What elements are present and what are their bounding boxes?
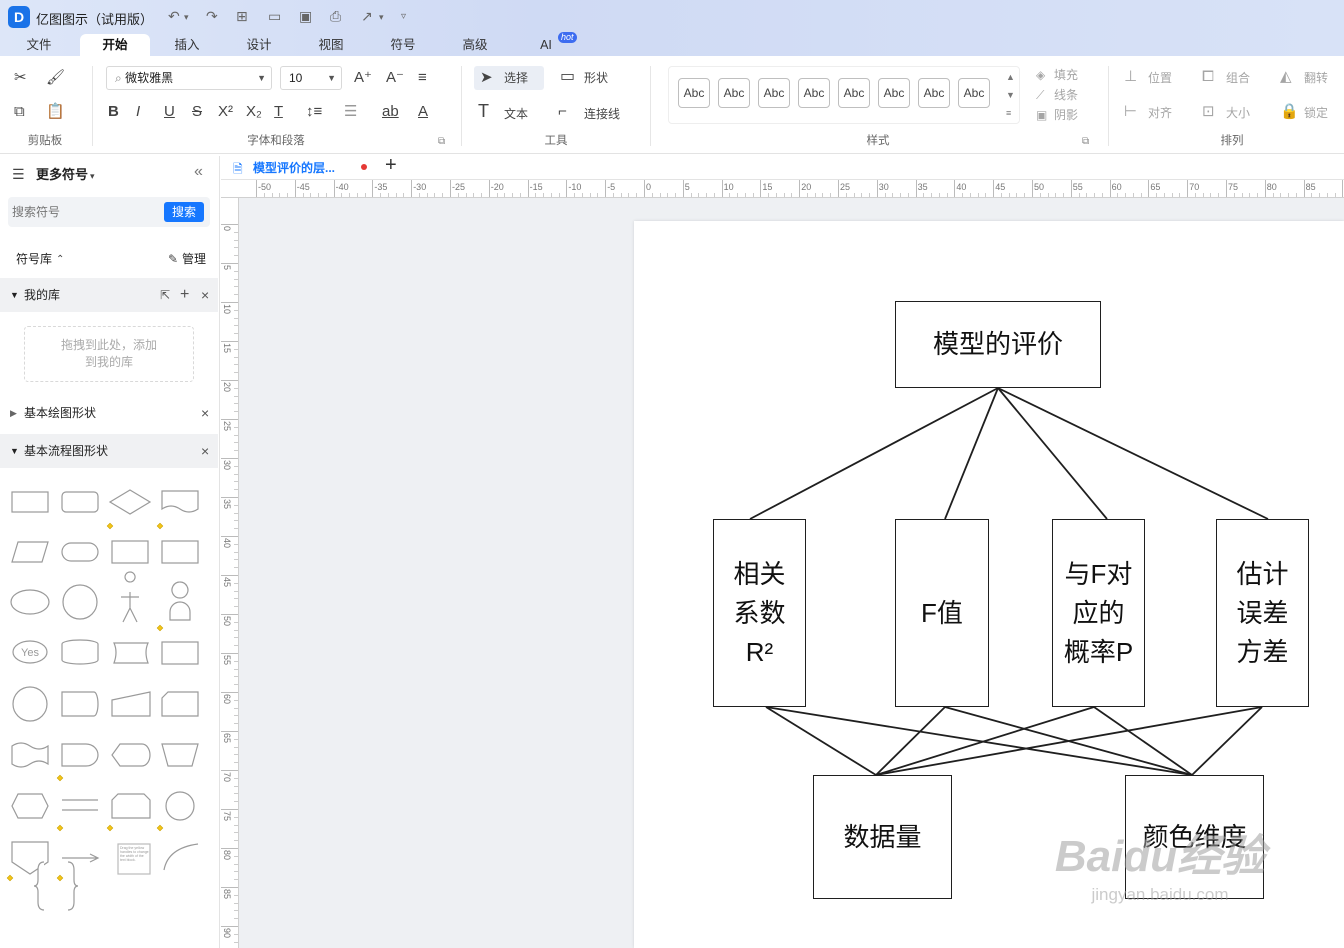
connector-line[interactable] — [749, 387, 999, 520]
node-label-line: 误差 — [1236, 597, 1289, 628]
node-bottom[interactable]: 数据量 — [813, 775, 952, 899]
connector-line[interactable] — [765, 706, 877, 776]
connector-line[interactable] — [1093, 706, 1193, 776]
watermark-line1: Baidu经验 — [1054, 832, 1266, 881]
node-label-line: 估计 — [1236, 558, 1289, 589]
connector-line[interactable] — [997, 387, 1269, 520]
watermark-line2: jingyan.baidu.com — [1091, 885, 1229, 904]
node-label-line: 与F对 — [1064, 558, 1133, 589]
node-label: 数据量 — [843, 821, 922, 852]
node-label-line: 概率P — [1063, 636, 1134, 667]
node-middle[interactable]: 估计 误差 方差 — [1216, 519, 1309, 707]
node-middle[interactable]: 相关 系数 R² — [713, 519, 806, 707]
node-top[interactable]: 模型的评价 — [895, 301, 1101, 388]
node-label-line: F值 — [921, 597, 963, 628]
node-label-line: 相关 — [733, 558, 786, 589]
node-label-line: 方差 — [1236, 636, 1289, 667]
node-middle[interactable]: 与F对 应的 概率P — [1052, 519, 1145, 707]
node-label: 模型的评价 — [932, 329, 1063, 359]
node-label-line: R² — [745, 636, 774, 667]
node-label-line: 系数 — [733, 597, 786, 628]
watermark-logo: Baidu经验 jingyan.baidu.com — [1030, 830, 1290, 920]
connector-line[interactable] — [997, 387, 1108, 520]
node-middle[interactable]: F值 — [895, 519, 989, 707]
connector-line[interactable] — [944, 387, 999, 520]
node-label-line: 应的 — [1072, 597, 1125, 628]
